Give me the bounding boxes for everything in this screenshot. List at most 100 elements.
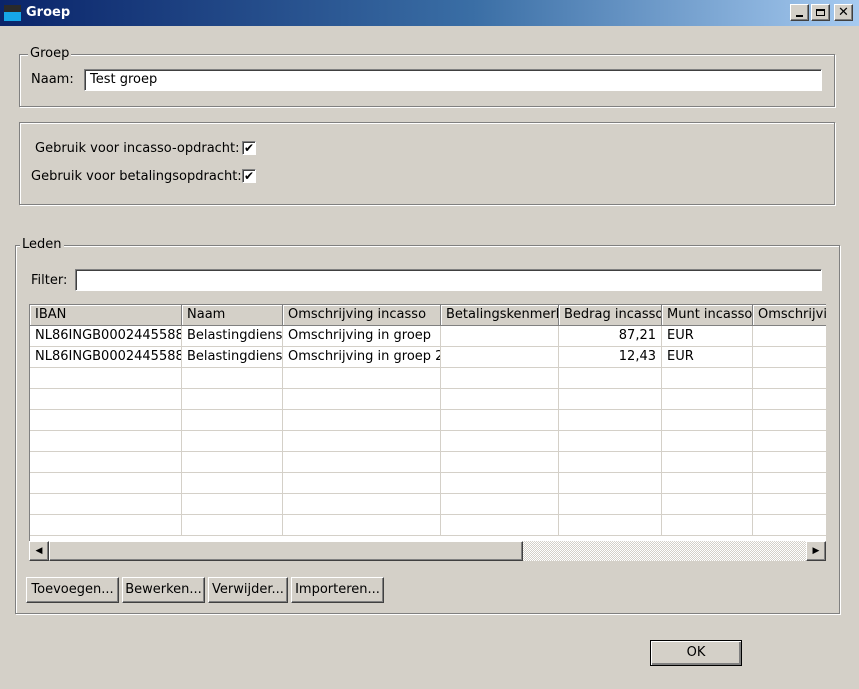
column-header-omschrijving-incasso[interactable]: Omschrijving incasso xyxy=(283,305,441,326)
empty-cell xyxy=(30,494,182,515)
empty-cell xyxy=(283,431,441,452)
empty-cell xyxy=(662,473,753,494)
filter-input[interactable] xyxy=(75,269,822,291)
horizontal-scrollbar[interactable]: ◀ ▶ xyxy=(29,541,826,561)
empty-cell xyxy=(662,410,753,431)
empty-cell xyxy=(662,452,753,473)
cell-naam: Belastingdienst xyxy=(182,326,283,347)
empty-cell xyxy=(283,410,441,431)
cell-bedrag-incasso: 12,43 xyxy=(559,347,662,368)
cell-omschrijving xyxy=(753,347,826,368)
column-header-betalingskenmerk[interactable]: Betalingskenmerk xyxy=(441,305,559,326)
empty-cell xyxy=(441,515,559,536)
empty-cell xyxy=(559,515,662,536)
empty-cell xyxy=(753,410,826,431)
table-row xyxy=(30,431,826,452)
scroll-thumb[interactable] xyxy=(49,541,523,561)
empty-cell xyxy=(441,494,559,515)
empty-cell xyxy=(441,452,559,473)
delete-button[interactable]: Verwijder... xyxy=(208,577,288,603)
table-header: IBAN Naam Omschrijving incasso Betalings… xyxy=(30,305,826,326)
empty-cell xyxy=(283,389,441,410)
empty-cell xyxy=(753,389,826,410)
empty-cell xyxy=(662,515,753,536)
filter-label: Filter: xyxy=(31,273,68,288)
empty-cell xyxy=(283,452,441,473)
empty-cell xyxy=(283,494,441,515)
cell-naam: Belastingdienst xyxy=(182,347,283,368)
empty-cell xyxy=(753,473,826,494)
maximize-button[interactable] xyxy=(811,4,830,21)
incasso-checkbox[interactable]: ✔ xyxy=(242,141,256,155)
empty-cell xyxy=(182,515,283,536)
members-legend: Leden xyxy=(20,237,64,252)
empty-cell xyxy=(182,389,283,410)
scroll-left-button[interactable]: ◀ xyxy=(29,541,49,561)
empty-cell xyxy=(441,389,559,410)
arrow-right-icon: ▶ xyxy=(812,546,820,556)
name-input[interactable]: Test groep xyxy=(84,69,822,91)
empty-cell xyxy=(283,515,441,536)
empty-cell xyxy=(30,389,182,410)
group-legend: Groep xyxy=(28,46,72,61)
cell-betalingskenmerk xyxy=(441,347,559,368)
betaling-checkbox[interactable]: ✔ xyxy=(242,169,256,183)
cell-bedrag-incasso: 87,21 xyxy=(559,326,662,347)
empty-cell xyxy=(283,368,441,389)
empty-cell xyxy=(753,431,826,452)
cell-betalingskenmerk xyxy=(441,326,559,347)
table-row[interactable]: NL86INGB0002445588 Belastingdienst Omsch… xyxy=(30,347,826,368)
minimize-button[interactable] xyxy=(790,4,809,21)
empty-cell xyxy=(441,410,559,431)
empty-cell xyxy=(30,473,182,494)
empty-cell xyxy=(559,452,662,473)
checkmark-icon: ✔ xyxy=(243,169,255,183)
cell-munt-incasso: EUR xyxy=(662,347,753,368)
window-title: Groep xyxy=(26,5,71,20)
empty-cell xyxy=(30,452,182,473)
add-button[interactable]: Toevoegen... xyxy=(26,577,119,603)
close-button[interactable]: ✕ xyxy=(834,4,853,21)
cell-iban: NL86INGB0002445588 xyxy=(30,326,182,347)
import-button[interactable]: Importeren... xyxy=(291,577,384,603)
table-row xyxy=(30,368,826,389)
table-row xyxy=(30,515,826,536)
empty-cell xyxy=(30,431,182,452)
table-row xyxy=(30,389,826,410)
edit-button[interactable]: Bewerken... xyxy=(122,577,205,603)
table-row xyxy=(30,452,826,473)
empty-cell xyxy=(441,431,559,452)
column-header-naam[interactable]: Naam xyxy=(182,305,283,326)
empty-cell xyxy=(30,410,182,431)
empty-cell xyxy=(662,494,753,515)
empty-rows xyxy=(30,368,826,536)
empty-cell xyxy=(753,494,826,515)
arrow-left-icon: ◀ xyxy=(35,546,43,556)
scroll-right-button[interactable]: ▶ xyxy=(806,541,826,561)
table-row[interactable]: NL86INGB0002445588 Belastingdienst Omsch… xyxy=(30,326,826,347)
empty-cell xyxy=(182,473,283,494)
title-bar[interactable]: Groep ✕ xyxy=(0,0,859,26)
column-header-bedrag-incasso[interactable]: Bedrag incasso xyxy=(559,305,662,326)
empty-cell xyxy=(559,473,662,494)
column-header-munt-incasso[interactable]: Munt incasso xyxy=(662,305,753,326)
empty-cell xyxy=(753,368,826,389)
cell-omschrijving-incasso: Omschrijving in groep xyxy=(283,326,441,347)
column-header-omschrijving[interactable]: Omschrijvi xyxy=(753,305,826,326)
table-row xyxy=(30,494,826,515)
cell-iban: NL86INGB0002445588 xyxy=(30,347,182,368)
empty-cell xyxy=(559,368,662,389)
maximize-icon xyxy=(816,9,825,16)
empty-cell xyxy=(283,473,441,494)
empty-cell xyxy=(182,368,283,389)
members-table[interactable]: IBAN Naam Omschrijving incasso Betalings… xyxy=(29,304,826,541)
options-section xyxy=(19,122,835,205)
column-header-iban[interactable]: IBAN xyxy=(30,305,182,326)
table-row xyxy=(30,410,826,431)
cell-omschrijving xyxy=(753,326,826,347)
cell-omschrijving-incasso: Omschrijving in groep 2 xyxy=(283,347,441,368)
ok-button[interactable]: OK xyxy=(650,640,742,666)
empty-cell xyxy=(182,410,283,431)
incasso-label: Gebruik voor incasso-opdracht: xyxy=(35,141,240,156)
empty-cell xyxy=(441,368,559,389)
